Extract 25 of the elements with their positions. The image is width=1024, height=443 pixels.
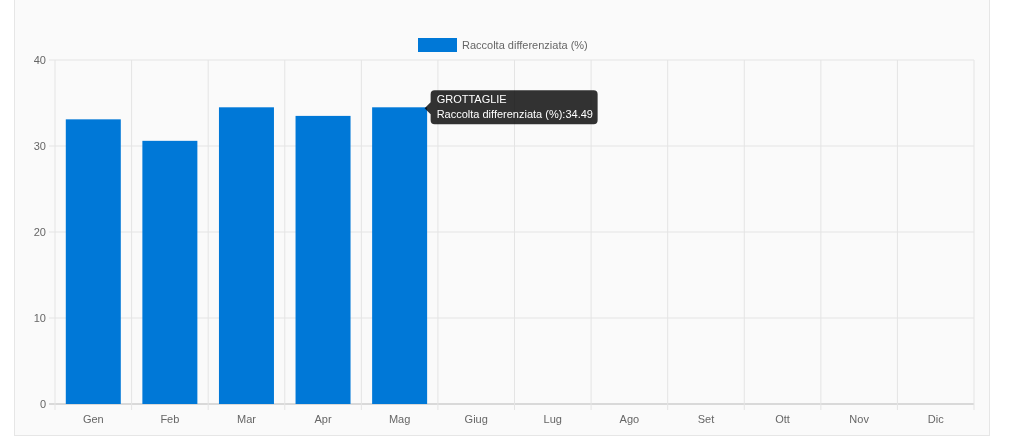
- y-tick-label: 0: [39, 398, 46, 410]
- bar[interactable]: [295, 115, 351, 404]
- x-tick-label: Gen: [82, 413, 104, 425]
- bar[interactable]: [372, 107, 428, 404]
- y-tick-label: 20: [33, 226, 46, 238]
- tooltip-value: Raccolta differenziata (%):34.49: [436, 108, 593, 121]
- x-tick-label: Lug: [543, 413, 562, 425]
- x-tick-label: Mar: [237, 413, 256, 425]
- bar[interactable]: [218, 107, 274, 404]
- x-tick-label: Giug: [464, 413, 488, 425]
- x-tick-label: Apr: [314, 413, 332, 425]
- x-tick-label: Ott: [775, 413, 790, 425]
- x-tick-label: Feb: [160, 413, 180, 425]
- x-tick-label: Dic: [927, 413, 944, 425]
- tooltip-title: GROTTAGLIE: [436, 93, 507, 106]
- bar[interactable]: [65, 119, 121, 404]
- x-tick-label: Mag: [388, 413, 411, 425]
- x-tick-label: Ago: [619, 413, 640, 425]
- y-tick-label: 40: [33, 54, 46, 66]
- y-tick-label: 10: [33, 312, 46, 324]
- x-tick-label: Nov: [849, 413, 869, 425]
- y-tick-label: 30: [33, 140, 46, 152]
- bar[interactable]: [142, 140, 198, 404]
- x-tick-label: Set: [697, 413, 715, 425]
- legend-label: Raccolta differenziata (%): [462, 39, 588, 51]
